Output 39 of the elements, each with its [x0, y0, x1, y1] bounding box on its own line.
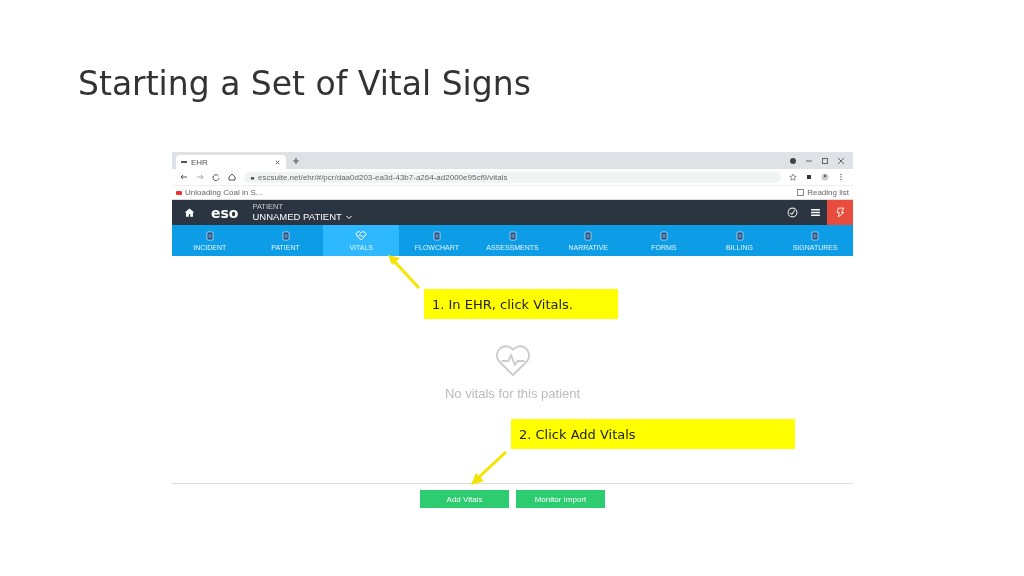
home-icon[interactable] — [184, 207, 195, 218]
document-icon — [203, 230, 216, 241]
reading-list-button[interactable]: Reading list — [797, 188, 849, 197]
star-icon[interactable] — [789, 173, 797, 181]
document-icon — [657, 230, 670, 241]
document-icon — [733, 230, 746, 241]
document-icon — [809, 230, 822, 241]
profile-icon[interactable] — [821, 173, 829, 181]
more-icon[interactable] — [837, 173, 845, 181]
record-icon[interactable] — [789, 156, 797, 165]
document-icon — [506, 230, 519, 241]
heart-pulse-icon — [355, 230, 368, 241]
heart-pulse-icon — [493, 344, 532, 378]
restore-icon[interactable] — [821, 156, 829, 165]
arrow — [387, 254, 421, 290]
close-tab-icon[interactable] — [274, 158, 281, 166]
callout: 2. Click Add Vitals — [511, 419, 795, 449]
browser-tab[interactable]: EHR — [176, 155, 286, 169]
logo: eso — [211, 204, 239, 221]
home-icon[interactable] — [228, 173, 236, 181]
bookmark[interactable]: Unloading Coal in S... — [176, 188, 263, 197]
menu-icon[interactable] — [810, 207, 821, 218]
action-button[interactable]: Monitor Import — [516, 490, 605, 508]
document-icon — [582, 230, 595, 241]
arrow — [470, 450, 508, 486]
lightning-icon — [834, 207, 846, 218]
patient-name-dropdown[interactable]: UNNAMED PATIENT — [252, 211, 342, 222]
document-icon — [430, 230, 443, 241]
callout: 1. In EHR, click Vitals. — [424, 289, 618, 319]
document-icon — [279, 230, 292, 241]
address-bar[interactable]: escsuite.net/ehr/#/pcr/daa0d203-ea3d-43b7-a264-ad2000e95cf9/vitals — [244, 171, 781, 183]
slide-title: Starting a Set of Vital Signs — [78, 63, 531, 105]
reload-icon[interactable] — [212, 173, 220, 181]
back-icon[interactable] — [180, 173, 188, 181]
action-button[interactable]: Add Vitals — [420, 490, 509, 508]
empty-state-message: No vitals for this patient — [444, 386, 581, 401]
close-icon[interactable] — [837, 156, 845, 165]
check-circle-icon[interactable] — [787, 207, 798, 218]
new-tab-icon[interactable] — [292, 156, 300, 165]
